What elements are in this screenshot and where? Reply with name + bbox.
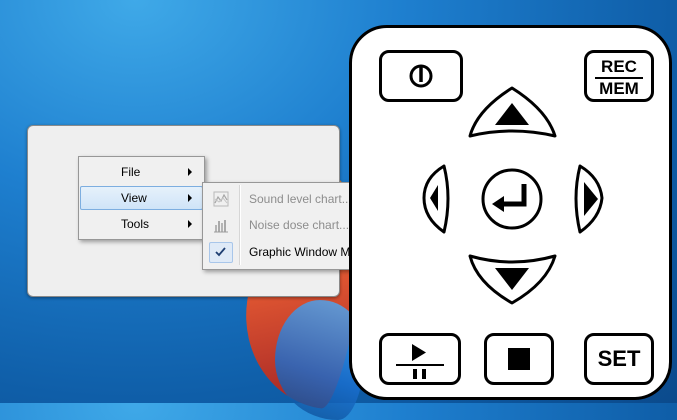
right-arrow-icon[interactable] xyxy=(574,164,604,234)
menu-item-label: View xyxy=(121,191,147,205)
down-arrow-icon[interactable] xyxy=(468,254,557,305)
sound-level-chart-icon xyxy=(213,191,229,207)
noise-dose-chart-icon xyxy=(213,217,229,233)
left-arrow-icon[interactable] xyxy=(422,164,450,234)
menu-item-file[interactable]: File xyxy=(81,161,202,183)
play-pause-button[interactable] xyxy=(379,333,461,385)
submenu-arrow-icon xyxy=(188,194,192,202)
up-arrow-icon[interactable] xyxy=(468,86,557,138)
menu-item-label: Tools xyxy=(121,217,150,231)
stop-icon xyxy=(508,348,530,370)
menu-item-label: Noise dose chart... xyxy=(249,218,350,232)
menu-item-view[interactable]: View xyxy=(80,186,203,210)
enter-icon[interactable] xyxy=(481,168,543,230)
menu-item-label: File xyxy=(121,165,141,179)
submenu-arrow-icon xyxy=(188,220,192,228)
stop-button[interactable] xyxy=(484,333,554,385)
menu-item-label: Sound level chart... xyxy=(249,192,352,206)
submenu-arrow-icon xyxy=(188,168,192,176)
context-menu: File View Tools xyxy=(78,156,205,240)
set-label: SET xyxy=(597,346,641,371)
menu-item-tools[interactable]: Tools xyxy=(81,213,202,235)
set-button[interactable]: SET xyxy=(584,333,654,385)
device-control-panel: REC MEM SET xyxy=(349,25,672,400)
play-pause-icon xyxy=(396,344,444,379)
checkmark-icon xyxy=(209,242,233,263)
